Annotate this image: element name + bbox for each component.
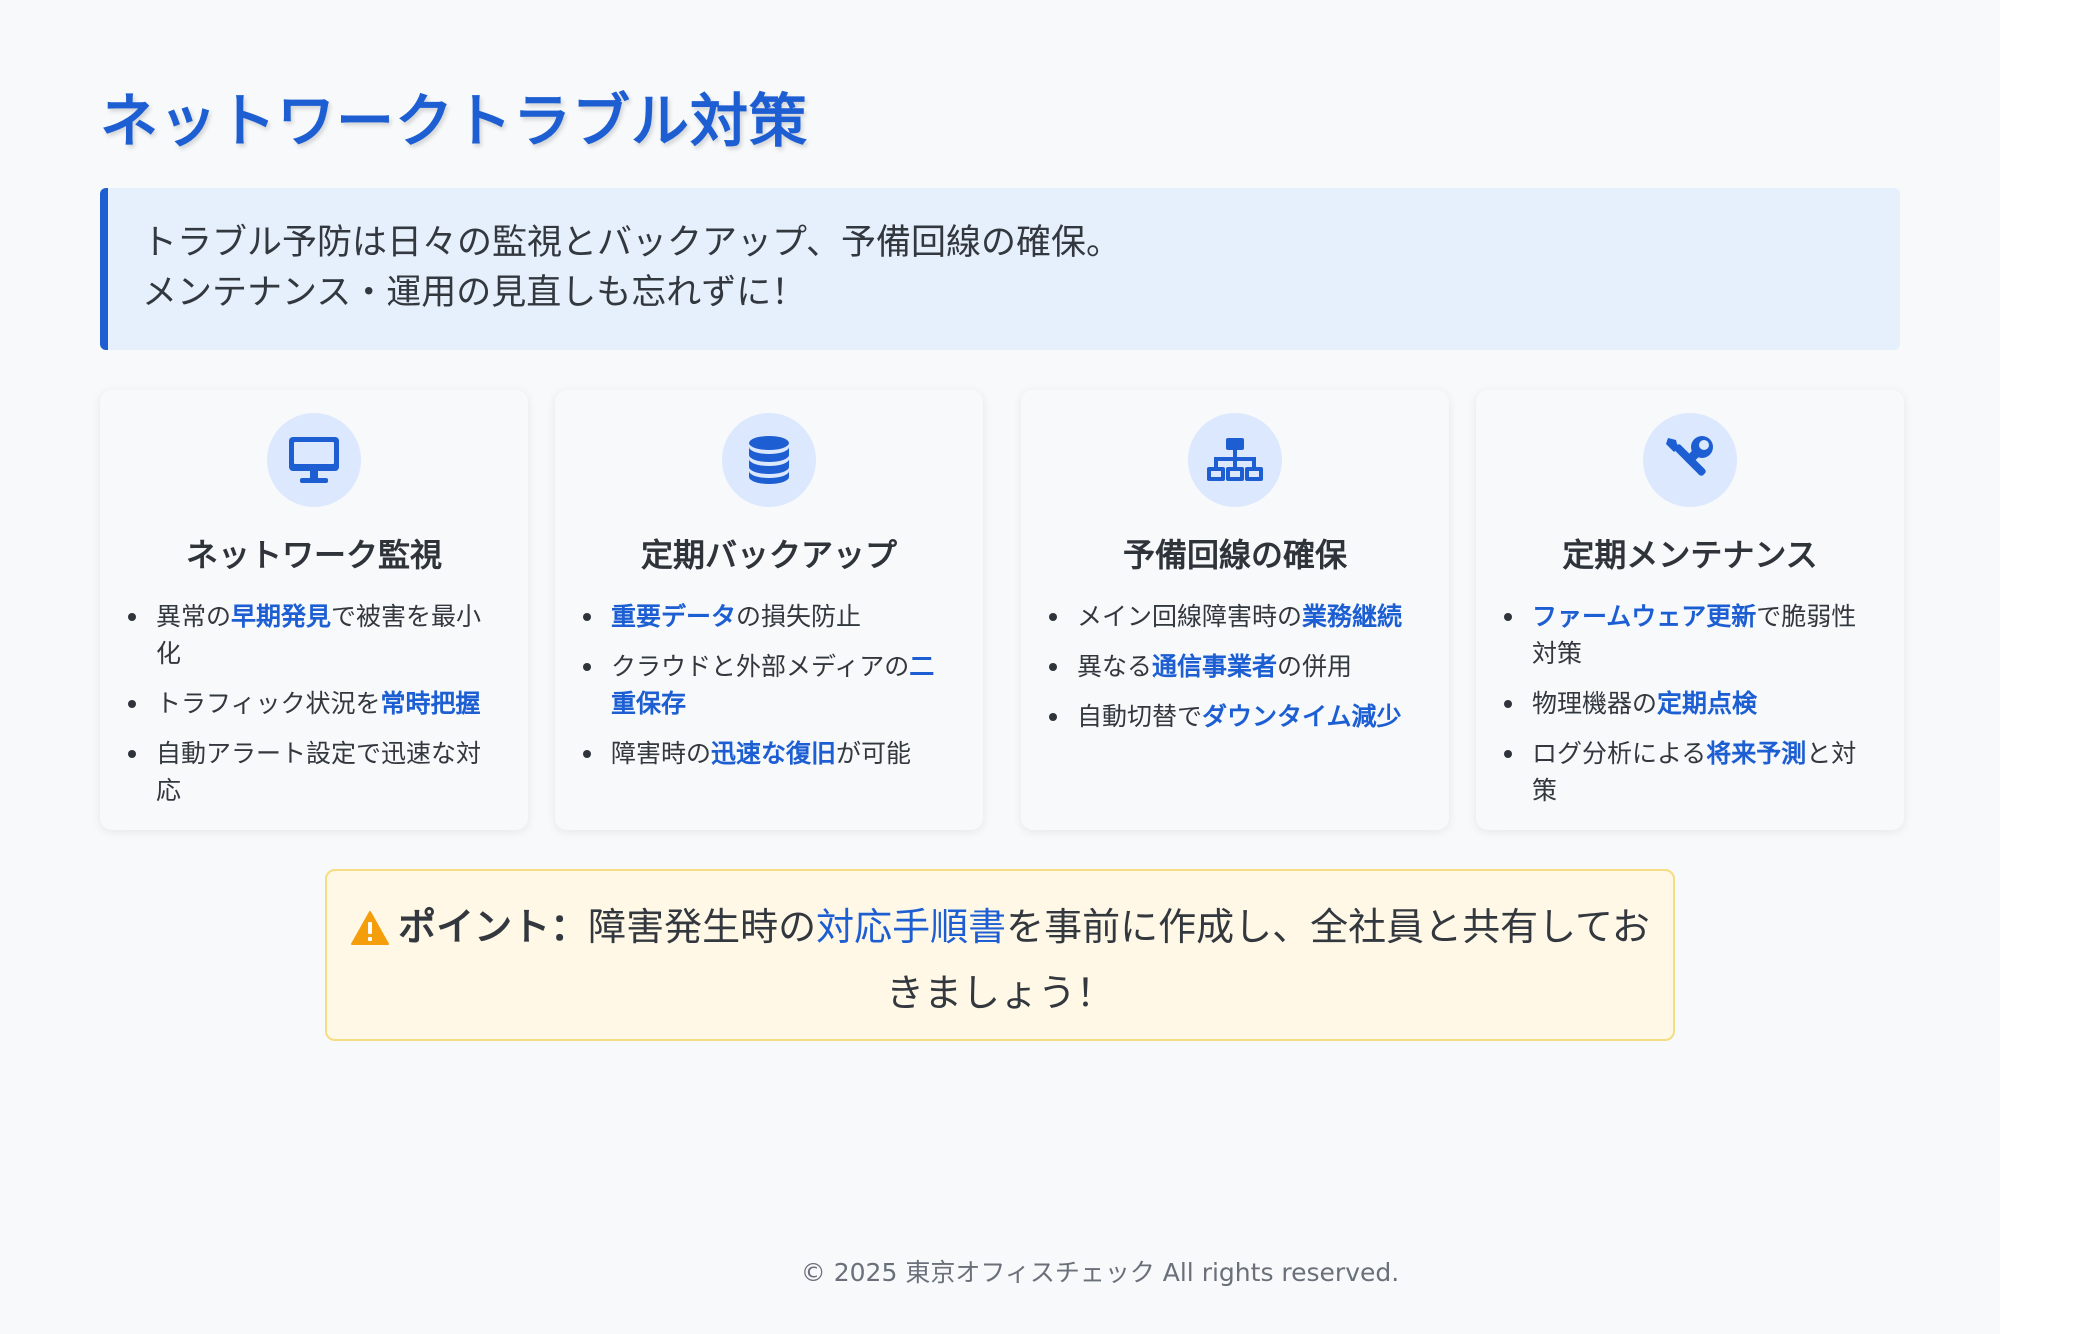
card-list: メイン回線障害時の業務継続 異なる通信事業者の併用 自動切替でダウンタイム減少 xyxy=(1049,598,1417,748)
page-title: ネットワークトラブル対策 xyxy=(100,87,809,155)
page: ネットワークトラブル対策 トラブル予防は日々の監視とバックアップ、予備回線の確保… xyxy=(0,0,2000,1334)
card-regular-maintenance: 定期メンテナンス ファームウェア更新で脆弱性対策 物理機器の定期点検 ログ分析に… xyxy=(1476,390,1904,830)
list-item: 障害時の迅速な復旧が可能 xyxy=(583,735,951,772)
network-icon xyxy=(1188,413,1282,507)
card-list: 異常の早期発見で被害を最小化 トラフィック状況を常時把握 自動アラート設定で迅速… xyxy=(128,598,496,822)
list-item: トラフィック状況を常時把握 xyxy=(128,685,496,722)
list-item: 異常の早期発見で被害を最小化 xyxy=(128,598,496,672)
list-item: クラウドと外部メディアの二重保存 xyxy=(583,648,951,722)
footer-copyright: © 2025 東京オフィスチェック All rights reserved. xyxy=(800,1258,1400,1287)
database-icon xyxy=(722,413,816,507)
list-item: メイン回線障害時の業務継続 xyxy=(1049,598,1417,635)
card-network-monitoring: ネットワーク監視 異常の早期発見で被害を最小化 トラフィック状況を常時把握 自動… xyxy=(100,390,528,830)
list-item: 自動アラート設定で迅速な対応 xyxy=(128,735,496,809)
card-title: ネットワーク監視 xyxy=(185,536,442,574)
list-item: 物理機器の定期点検 xyxy=(1504,685,1872,722)
point-text: ポイント：障害発生時の対応手順書を事前に作成し、全社員と共有しておきましょう！ xyxy=(347,897,1653,1023)
list-item: ファームウェア更新で脆弱性対策 xyxy=(1504,598,1872,672)
list-item: 異なる通信事業者の併用 xyxy=(1049,648,1417,685)
point-label: ポイント： xyxy=(398,905,589,949)
card-list: 重要データの損失防止 クラウドと外部メディアの二重保存 障害時の迅速な復旧が可能 xyxy=(583,598,951,785)
callout-line-1: トラブル予防は日々の監視とバックアップ、予備回線の確保。 xyxy=(142,223,1121,263)
warning-icon xyxy=(350,903,390,963)
card-title: 予備回線の確保 xyxy=(1122,536,1347,574)
tools-icon xyxy=(1643,413,1737,507)
card-title: 定期メンテナンス xyxy=(1562,536,1818,574)
point-callout: ポイント：障害発生時の対応手順書を事前に作成し、全社員と共有しておきましょう！ xyxy=(325,869,1675,1041)
card-title: 定期バックアップ xyxy=(640,536,897,574)
list-item: 自動切替でダウンタイム減少 xyxy=(1049,698,1417,735)
callout-line-2: メンテナンス・運用の見直しも忘れずに！ xyxy=(142,273,807,313)
list-item: 重要データの損失防止 xyxy=(583,598,951,635)
summary-callout: トラブル予防は日々の監視とバックアップ、予備回線の確保。 メンテナンス・運用の見… xyxy=(100,188,1900,350)
card-backup-line: 予備回線の確保 メイン回線障害時の業務継続 異なる通信事業者の併用 自動切替でダ… xyxy=(1021,390,1449,830)
point-highlight: 対応手順書 xyxy=(816,905,1007,949)
list-item: ログ分析による将来予測と対策 xyxy=(1504,735,1872,809)
monitor-icon xyxy=(267,413,361,507)
card-regular-backup: 定期バックアップ 重要データの損失防止 クラウドと外部メディアの二重保存 障害時… xyxy=(555,390,983,830)
card-list: ファームウェア更新で脆弱性対策 物理機器の定期点検 ログ分析による将来予測と対策 xyxy=(1504,598,1872,822)
